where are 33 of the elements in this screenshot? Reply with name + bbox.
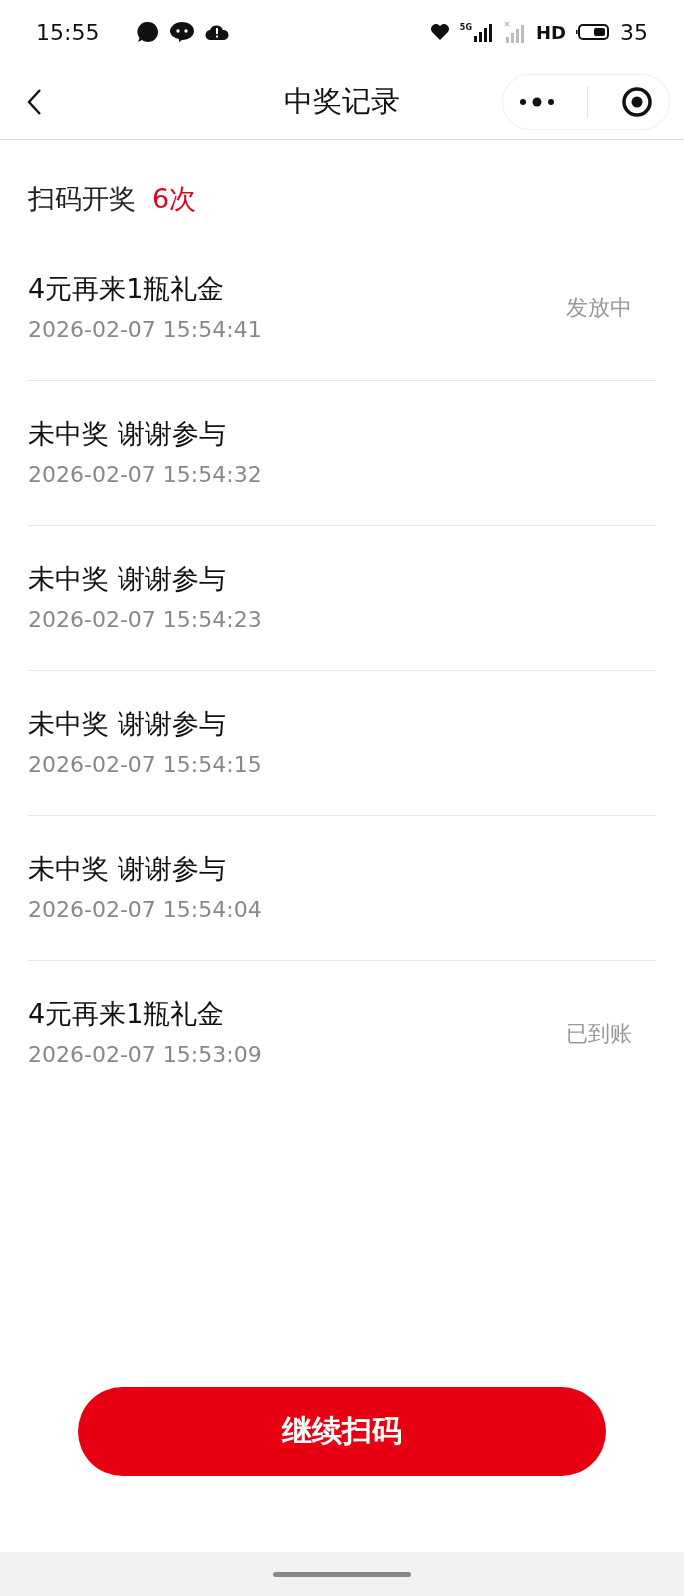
page-title: 中奖记录 — [284, 82, 400, 120]
more-icon[interactable] — [519, 95, 556, 108]
home-indicator[interactable] — [273, 1571, 411, 1577]
record-title: 未中奖 谢谢参与 — [28, 706, 227, 741]
record-title: 未中奖 谢谢参与 — [28, 416, 227, 451]
message-icon — [169, 21, 196, 43]
summary-count: 6次 — [152, 182, 197, 216]
record-time: 2026-02-07 15:54:41 — [28, 316, 263, 342]
hd-label: HD — [536, 21, 566, 43]
chat-bubble-icon — [137, 21, 160, 43]
record-time: 2026-02-07 15:54:32 — [28, 461, 263, 487]
close-target-icon[interactable] — [620, 85, 653, 118]
signal-icon — [474, 22, 494, 42]
back-icon[interactable] — [26, 87, 42, 116]
summary-label: 扫码开奖 — [28, 182, 136, 216]
record-title: 未中奖 谢谢参与 — [28, 851, 227, 886]
signal-icon — [504, 21, 526, 43]
status-time: 15:55 — [36, 19, 100, 45]
network-label: 5G — [459, 22, 472, 32]
cloud-alert-icon — [205, 23, 230, 41]
record-title: 4元再来1瓶礼金 — [28, 271, 226, 306]
battery-level: 35 — [620, 19, 648, 45]
record-title: 未中奖 谢谢参与 — [28, 561, 227, 596]
record-time: 2026-02-07 15:54:15 — [28, 751, 263, 777]
battery-icon — [576, 23, 610, 41]
record-status: 发放中 — [566, 294, 632, 322]
record-time: 2026-02-07 15:54:23 — [28, 606, 263, 632]
record-time: 2026-02-07 15:54:04 — [28, 896, 263, 922]
continue-scan-button[interactable]: 继续扫码 — [78, 1387, 606, 1476]
record-status: 已到账 — [566, 1019, 632, 1048]
record-time: 2026-02-07 15:53:09 — [28, 1042, 263, 1067]
heart-icon — [429, 23, 450, 41]
record-title: 4元再来1瓶礼金 — [28, 997, 226, 1031]
